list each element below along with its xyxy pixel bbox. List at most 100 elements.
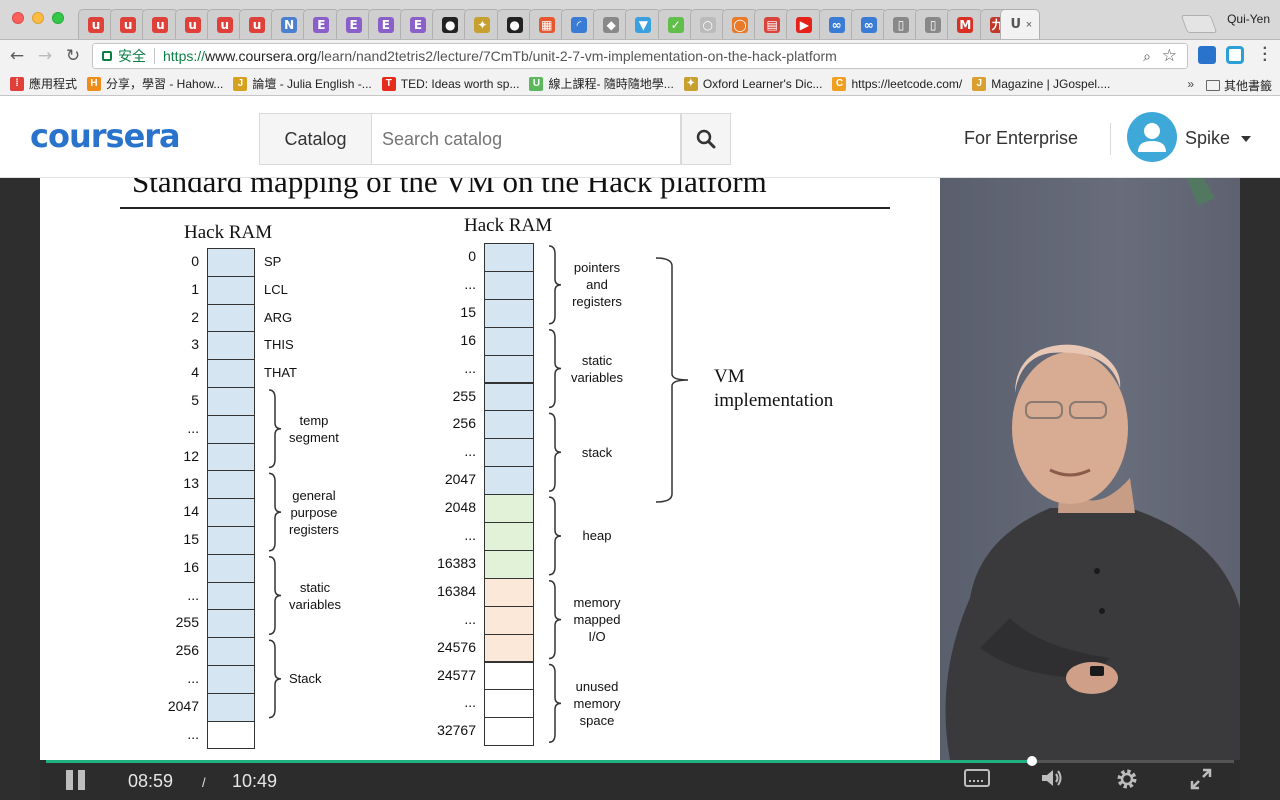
reload-icon[interactable]: ↻ [62,45,84,67]
subtitles-icon[interactable] [964,768,990,793]
browser-tab[interactable]: ▦ [528,9,565,39]
bookmark-label: TED: Ideas worth sp... [400,76,520,91]
address-label: 14 [183,503,199,520]
memory-cell [207,720,255,750]
circle-icon: ○ [699,16,716,33]
browser-tab[interactable]: u [110,9,147,39]
bookmark-item[interactable]: U 線上課程- 隨時隨地學... [529,75,674,92]
github-icon: ● [506,16,523,33]
progress-handle[interactable] [1027,756,1038,766]
browser-tab[interactable]: ▼ [625,9,662,39]
browser-tab[interactable]: ✦ [464,9,501,39]
bookmark-star-icon[interactable]: ☆ [1162,46,1177,66]
memory-cell [207,331,255,361]
pause-button[interactable] [66,770,86,790]
address-label: 2047 [444,471,476,488]
browser-tab[interactable]: ● [432,9,469,39]
zoom-icon[interactable]: ⌕ [1143,48,1151,65]
window-close-button[interactable] [12,12,24,24]
udemy-icon: u [120,16,137,33]
url-scheme: https:// [163,48,206,64]
browser-tab[interactable]: ◜ [561,9,597,39]
e-icon: E [410,16,426,33]
search-button[interactable] [681,113,731,165]
browser-tab[interactable]: ▶ [786,9,823,39]
bookmark-item[interactable]: ⁞ 應用程式 [10,75,77,92]
tab-active-coursera[interactable]: U × [1000,9,1040,39]
progress-fill [46,760,1033,763]
group-label: static variables [289,579,342,612]
browser-tab[interactable]: E [303,9,340,39]
address-label: 32767 [437,722,476,739]
circle-icon: ◯ [732,16,748,33]
browser-tab[interactable]: E [400,9,436,39]
catalog-button[interactable]: Catalog [259,113,372,165]
memory-cell [207,553,255,583]
bookmarks-overflow-chevron-icon[interactable]: » [1187,77,1194,91]
bookmark-favicon-icon: J [233,76,248,91]
bookmark-item[interactable]: ✦ Oxford Learner's Dic... [683,76,822,91]
profile-name[interactable]: Qui-Yen [1227,12,1270,26]
browser-tab[interactable]: u [78,9,114,39]
back-arrow-icon[interactable]: ← [6,45,28,67]
close-icon[interactable]: × [1026,19,1032,31]
new-tab-button[interactable] [1180,15,1218,33]
browser-tab[interactable]: ∞ [850,9,887,39]
progress-bar[interactable] [46,756,1234,766]
group-label: heap [582,528,612,544]
memory-cell [484,689,534,719]
address-bar[interactable]: 安全 https:// www.coursera.org /learn/nand… [92,43,1188,69]
memory-cell [484,382,534,412]
bookmark-item[interactable]: J 論壇 - Julia English -... [233,75,372,92]
tab-strip: u u u u u u N E E E E ● ✦ ● ▦ ◜ ◆ ▼ ✓ ○ ◯ ▤ ▶ ∞ ∞ ▯ ▯ M 九 U × Qui-Ye… [0,0,1280,40]
chevron-down-icon[interactable] [1241,136,1251,142]
group-label: Stack [289,671,322,687]
user-menu-name[interactable]: Spike [1185,128,1230,149]
curly-brace [548,245,562,325]
extension-x-icon[interactable] [1198,46,1216,64]
browser-tab[interactable]: u [206,9,243,39]
window-maximize-button[interactable] [52,12,64,24]
video-player[interactable]: Standard mapping of the VM on the Hack p… [0,178,1280,800]
browser-menu-icon[interactable]: · · · [1263,41,1268,69]
forward-arrow-icon[interactable]: → [34,45,56,67]
browser-tab[interactable]: u [174,9,211,39]
browser-tab[interactable]: u [239,9,275,39]
bookmark-item[interactable]: T TED: Ideas worth sp... [381,76,520,91]
bookmark-item[interactable]: H 分享，學習 - Hahow... [87,75,223,92]
browser-tab[interactable]: ◯ [722,9,758,39]
settings-gear-icon[interactable] [1116,768,1138,795]
browser-tab[interactable]: u [142,9,179,39]
browser-tab[interactable]: ◆ [593,9,630,39]
bookmark-label: https://leetcode.com/ [851,76,963,91]
curly-brace [268,639,282,719]
browser-tab[interactable]: ∞ [818,9,855,39]
memory-cell [207,359,255,388]
fullscreen-icon[interactable] [1190,768,1212,795]
browser-tab[interactable]: ● [496,9,533,39]
browser-tab[interactable]: ▯ [915,9,952,39]
browser-tab[interactable]: ○ [689,9,726,39]
volume-icon[interactable] [1040,768,1064,793]
calendar-icon: ▤ [764,16,781,33]
window-minimize-button[interactable] [32,12,44,24]
bookmark-item[interactable]: Chttps://leetcode.com/ [832,76,963,91]
extension-screen-icon[interactable] [1226,46,1244,64]
address-label: ... [187,670,199,686]
bookmark-item[interactable]: J Magazine | JGospel.... [972,76,1110,91]
other-bookmarks-folder[interactable]: 其他書籤 [1205,77,1272,94]
browser-tab[interactable]: ✓ [657,9,694,39]
windows-icon: ▦ [538,16,555,33]
coursera-logo[interactable]: coursera [30,117,181,155]
for-enterprise-link[interactable]: For Enterprise [964,128,1078,149]
curly-brace [268,389,282,469]
browser-tab[interactable]: ▯ [883,9,919,39]
memory-cell [207,248,255,277]
search-input[interactable] [372,113,681,165]
browser-tab[interactable]: M [947,9,984,39]
browser-tab[interactable]: E [335,9,372,39]
browser-tab[interactable]: ▤ [754,9,791,39]
avatar[interactable] [1127,112,1177,162]
browser-tab[interactable]: E [367,9,404,39]
browser-tab[interactable]: N [271,9,308,39]
